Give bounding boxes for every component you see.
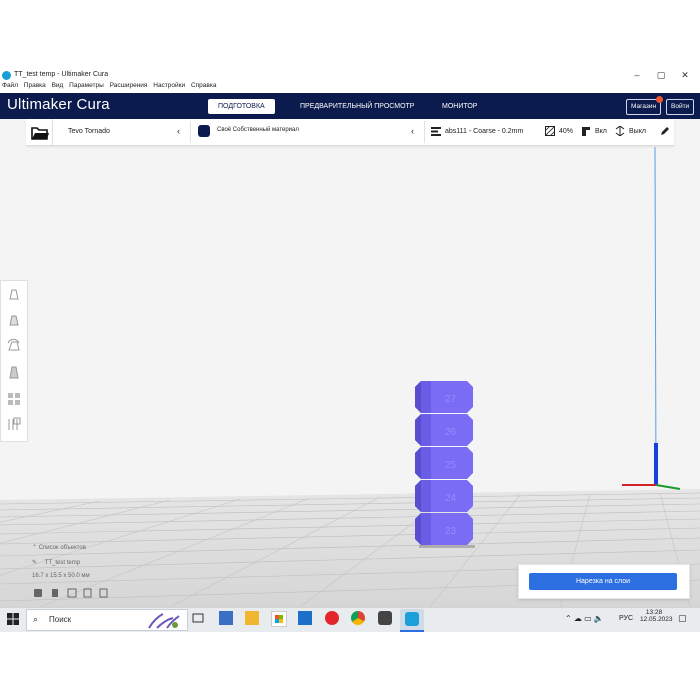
- opera-icon[interactable]: [325, 611, 339, 625]
- brand-logo: Ultimaker Cura: [7, 96, 110, 113]
- cura-icon: [405, 612, 419, 626]
- menu-file[interactable]: Файл: [2, 82, 18, 89]
- support-blocker-icon[interactable]: [4, 413, 24, 435]
- window-title: TT_test temp - Ultimaker Cura: [14, 71, 109, 78]
- keyboard-language[interactable]: РУС: [619, 615, 633, 622]
- print-setup-bar: [26, 119, 674, 146]
- adhesion-value[interactable]: Выкл: [629, 128, 646, 135]
- clock-date: 12.05.2023: [640, 616, 673, 623]
- file-explorer-icon[interactable]: [245, 611, 259, 625]
- view-orientation-buttons[interactable]: [32, 587, 112, 599]
- model-stack[interactable]: 27 26 25 24 23: [405, 381, 485, 561]
- menu-settings[interactable]: Параметры: [69, 82, 104, 89]
- svg-text:25: 25: [445, 460, 457, 471]
- windows-start-icon[interactable]: [7, 613, 19, 625]
- object-dimensions: 16.7 x 15.5 x 50.0 мм: [32, 573, 90, 579]
- per-model-settings-icon[interactable]: [4, 387, 24, 409]
- scale-tool-icon[interactable]: [4, 309, 24, 331]
- cura-app-icon: [2, 71, 11, 80]
- profile-selector[interactable]: abs111 - Coarse - 0.2mm: [445, 128, 523, 135]
- close-window-button[interactable]: ✕: [674, 68, 696, 82]
- object-list-toggle[interactable]: ⌃ Список объектов: [32, 544, 86, 551]
- menu-help[interactable]: Справка: [191, 82, 217, 89]
- signin-button[interactable]: Войти: [666, 99, 695, 115]
- tab-prepare[interactable]: ПОДГОТОВКА: [208, 99, 275, 114]
- model-block: 23: [415, 513, 473, 545]
- tab-preview[interactable]: ПРЕДВАРИТЕЛЬНЫЙ ПРОСМОТР: [290, 99, 424, 114]
- menu-edit[interactable]: Правка: [24, 82, 46, 89]
- object-name-row: ✎ TT_test temp: [32, 559, 80, 566]
- svg-text:24: 24: [445, 493, 457, 504]
- material-selector[interactable]: Своё Собственный материал: [217, 127, 299, 133]
- window-title-bar: TT_test temp - Ultimaker Cura – ▢ ✕: [0, 68, 700, 82]
- task-view-icon[interactable]: [191, 611, 205, 625]
- open-file-button[interactable]: [26, 119, 53, 145]
- svg-text:26: 26: [445, 427, 457, 438]
- edit-pencil-icon[interactable]: [660, 126, 670, 136]
- divider: [424, 121, 425, 143]
- model-shadow: [419, 545, 475, 548]
- printer-chevron-icon[interactable]: ‹: [177, 126, 180, 136]
- menu-preferences[interactable]: Настройки: [153, 82, 185, 89]
- support-icon: [582, 127, 590, 136]
- tool-panel: [0, 280, 28, 442]
- app-header: Ultimaker Cura ПОДГОТОВКА ПРЕДВАРИТЕЛЬНЫ…: [0, 93, 700, 119]
- object-info-panel: ⌃ Список объектов ✎ TT_test temp 16.7 x …: [30, 540, 170, 605]
- infill-value[interactable]: 40%: [559, 128, 573, 135]
- model-block: 24: [415, 480, 473, 512]
- build-plate-grid: [0, 146, 700, 607]
- material-chevron-icon[interactable]: ‹: [411, 126, 414, 136]
- clock[interactable]: 13:28 12.05.2023: [640, 609, 673, 623]
- chrome-icon[interactable]: [351, 611, 365, 625]
- menu-extensions[interactable]: Расширения: [110, 82, 148, 89]
- mail-icon[interactable]: [298, 611, 312, 625]
- model-block: 25: [415, 447, 473, 479]
- notification-icon[interactable]: ▢: [678, 613, 687, 624]
- menu-bar: Файл Правка Вид Параметры Расширения Нас…: [0, 82, 700, 93]
- move-tool-icon[interactable]: [4, 283, 24, 305]
- 3d-viewport[interactable]: 27 26 25 24 23: [0, 119, 700, 607]
- notification-badge: [656, 96, 663, 103]
- infill-icon: [545, 126, 555, 136]
- profile-settings-icon: [431, 127, 441, 136]
- folder-icon: [31, 127, 49, 140]
- model-block: 26: [415, 414, 473, 446]
- system-tray-icons[interactable]: ⌃ ☁ ▭ 🔈: [565, 614, 604, 623]
- chevron-up-icon: ⌃: [32, 545, 38, 551]
- rotate-tool-icon[interactable]: [4, 335, 24, 357]
- svg-text:23: 23: [445, 526, 457, 537]
- slice-button[interactable]: Нарезка на слои: [529, 573, 677, 590]
- tab-monitor[interactable]: МОНИТОР: [432, 99, 487, 114]
- z-axis: [654, 443, 658, 485]
- maximize-button[interactable]: ▢: [650, 68, 672, 82]
- mirror-tool-icon[interactable]: [4, 361, 24, 383]
- minimize-button[interactable]: –: [626, 68, 648, 82]
- y-axis: [655, 484, 681, 490]
- printer-selector[interactable]: Tevo Tornado: [68, 128, 110, 135]
- app-icon[interactable]: [378, 611, 392, 625]
- ms-store-icon[interactable]: [271, 611, 287, 627]
- search-placeholder: Поиск: [49, 615, 72, 624]
- cura-taskbar-button[interactable]: [400, 609, 424, 632]
- svg-text:27: 27: [445, 394, 457, 405]
- search-icon: ⌕: [33, 614, 39, 624]
- menu-view[interactable]: Вид: [52, 82, 64, 89]
- adhesion-icon: [615, 126, 625, 136]
- divider: [190, 121, 191, 143]
- object-file-name: TT_test temp: [44, 560, 81, 566]
- lavender-banner-icon: [148, 613, 180, 629]
- calculator-icon[interactable]: [219, 611, 233, 625]
- pencil-icon: ✎: [32, 560, 38, 566]
- taskbar-search-box[interactable]: ⌕ Поиск: [26, 609, 188, 631]
- support-value[interactable]: Вкл: [595, 128, 607, 135]
- build-volume-edge: [654, 146, 657, 486]
- model-block: 27: [415, 381, 473, 413]
- extruder-icon: [198, 125, 210, 137]
- clock-time: 13:28: [645, 609, 663, 616]
